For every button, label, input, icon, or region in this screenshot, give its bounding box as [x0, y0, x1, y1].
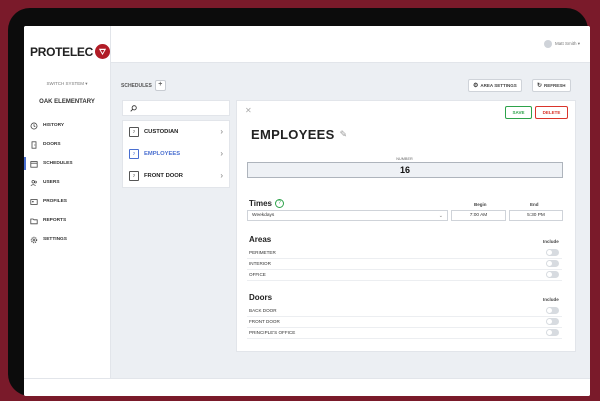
calendar-icon [30, 160, 38, 168]
chevron-right-icon: › [220, 149, 223, 158]
schedule-item-front-door[interactable]: 7 FRONT DOOR › [123, 165, 229, 187]
schedule-title: EMPLOYEES ✎ [251, 127, 347, 142]
close-icon[interactable]: ✕ [245, 106, 252, 115]
area-settings-label: AREA SETTINGS [480, 83, 517, 88]
area-label: INTERIOR [249, 261, 271, 266]
schedule-item-label: EMPLOYEES [144, 151, 181, 157]
times-heading: Times ? [249, 199, 284, 208]
schedule-item-custodian[interactable]: 7 CUSTODIAN › [123, 121, 229, 143]
chevron-right-icon: › [220, 171, 223, 180]
include-column-label: Include [543, 297, 559, 302]
door-row: PRINCIPLE'S OFFICE [247, 327, 562, 339]
app-screen: PROTELEC SWITCH SYSTEM ▾ OAK ELEMENTARY … [24, 26, 590, 396]
users-icon [30, 179, 38, 187]
sidebar-item-label: USERS [43, 180, 60, 185]
sidebar-item-profiles[interactable]: PROFILES [24, 192, 110, 211]
include-toggle[interactable] [546, 249, 559, 256]
chevron-right-icon: › [220, 127, 223, 136]
brand-logo[interactable]: PROTELEC [30, 44, 110, 59]
tablet-frame: PROTELEC SWITCH SYSTEM ▾ OAK ELEMENTARY … [8, 8, 590, 396]
bottom-bar [24, 378, 590, 396]
sidebar-item-label: PROFILES [43, 199, 67, 204]
search-input[interactable] [122, 100, 230, 116]
switch-system-dropdown[interactable]: SWITCH SYSTEM ▾ [24, 81, 110, 87]
schedule-item-label: CUSTODIAN [144, 129, 179, 135]
top-bar: Matt Smith ▾ [111, 26, 590, 63]
sidebar-item-reports[interactable]: REPORTS [24, 211, 110, 230]
avatar [543, 40, 552, 48]
gear-icon [30, 236, 38, 244]
include-toggle[interactable] [546, 307, 559, 314]
folder-icon [30, 217, 38, 225]
add-schedule-button[interactable]: + [154, 80, 166, 91]
sidebar-item-history[interactable]: HISTORY [24, 116, 110, 135]
end-time-field[interactable]: 5:30 PM [509, 210, 563, 221]
sidebar-item-label: HISTORY [43, 123, 65, 128]
user-name: Matt Smith ▾ [554, 41, 580, 46]
profile-card-icon [30, 198, 38, 206]
schedule-detail-panel: ✕ SAVE DELETE EMPLOYEES ✎ NUMBER 16 Time… [236, 100, 576, 352]
user-menu[interactable]: Matt Smith ▾ [543, 40, 580, 48]
gear-icon: ⚙ [473, 83, 479, 89]
include-toggle[interactable] [546, 329, 559, 336]
sidebar-item-settings[interactable]: SETTINGS [24, 230, 110, 249]
refresh-label: REFRESH [544, 83, 566, 88]
sidebar-item-label: REPORTS [43, 218, 67, 223]
page-title: SCHEDULES [121, 82, 152, 89]
sidebar-item-doors[interactable]: DOORS [24, 135, 110, 154]
sidebar-nav: HISTORY DOORS SCHEDULES USERS PROFILES R… [24, 116, 110, 249]
search-icon [130, 99, 137, 117]
sidebar-item-label: DOORS [43, 142, 61, 147]
sidebar-item-users[interactable]: USERS [24, 173, 110, 192]
areas-heading: Areas [249, 235, 272, 244]
calendar-icon: 7 [129, 171, 139, 181]
calendar-icon: 7 [129, 149, 139, 159]
delete-button[interactable]: DELETE [535, 106, 568, 119]
doors-heading: Doors [249, 293, 273, 302]
times-heading-label: Times [249, 199, 272, 208]
include-toggle[interactable] [546, 260, 559, 267]
area-settings-button[interactable]: ⚙ AREA SETTINGS [468, 79, 522, 92]
breadcrumb: SCHEDULES + [121, 80, 166, 91]
shield-logo-icon [94, 44, 110, 59]
schedule-list-panel: 7 CUSTODIAN › 7 EMPLOYEES › 7 FRONT DOOR… [122, 100, 230, 188]
area-label: PERIMETER [249, 250, 276, 255]
save-button[interactable]: SAVE [505, 106, 532, 119]
door-icon [30, 140, 38, 149]
chevron-down-icon: ⌄ [438, 212, 443, 219]
edit-pencil-icon[interactable]: ✎ [340, 129, 348, 140]
sidebar: PROTELEC SWITCH SYSTEM ▾ OAK ELEMENTARY … [24, 26, 111, 378]
schedule-item-employees[interactable]: 7 EMPLOYEES › [123, 143, 229, 165]
door-label: BACK DOOR [249, 308, 277, 313]
begin-time-field[interactable]: 7:00 AM [451, 210, 506, 221]
history-icon [30, 122, 38, 130]
schedule-item-label: FRONT DOOR [144, 173, 183, 179]
door-label: PRINCIPLE'S OFFICE [249, 330, 296, 335]
begin-column-label: Begin [474, 202, 487, 207]
days-select[interactable]: Weekdays ⌄ [247, 210, 448, 221]
refresh-button[interactable]: ↻ REFRESH [532, 79, 571, 92]
help-icon[interactable]: ? [274, 199, 284, 208]
schedule-list: 7 CUSTODIAN › 7 EMPLOYEES › 7 FRONT DOOR… [122, 120, 230, 188]
sidebar-item-label: SCHEDULES [43, 161, 73, 166]
site-name: OAK ELEMENTARY [39, 99, 95, 105]
calendar-icon: 7 [129, 127, 139, 137]
include-toggle[interactable] [546, 271, 559, 278]
door-label: FRONT DOOR [249, 319, 280, 324]
number-label: NUMBER [396, 157, 413, 161]
area-row: OFFICE [247, 269, 562, 281]
end-column-label: End [530, 202, 539, 207]
schedule-name: EMPLOYEES [251, 127, 335, 142]
sidebar-item-label: SETTINGS [43, 237, 67, 242]
refresh-icon: ↻ [537, 83, 543, 89]
sidebar-item-schedules[interactable]: SCHEDULES [24, 154, 110, 173]
include-toggle[interactable] [546, 318, 559, 325]
number-field[interactable]: 16 [247, 162, 563, 178]
days-value: Weekdays [252, 213, 275, 218]
brand-name: PROTELEC [30, 44, 93, 59]
include-column-label: Include [543, 239, 559, 244]
area-label: OFFICE [249, 272, 266, 277]
